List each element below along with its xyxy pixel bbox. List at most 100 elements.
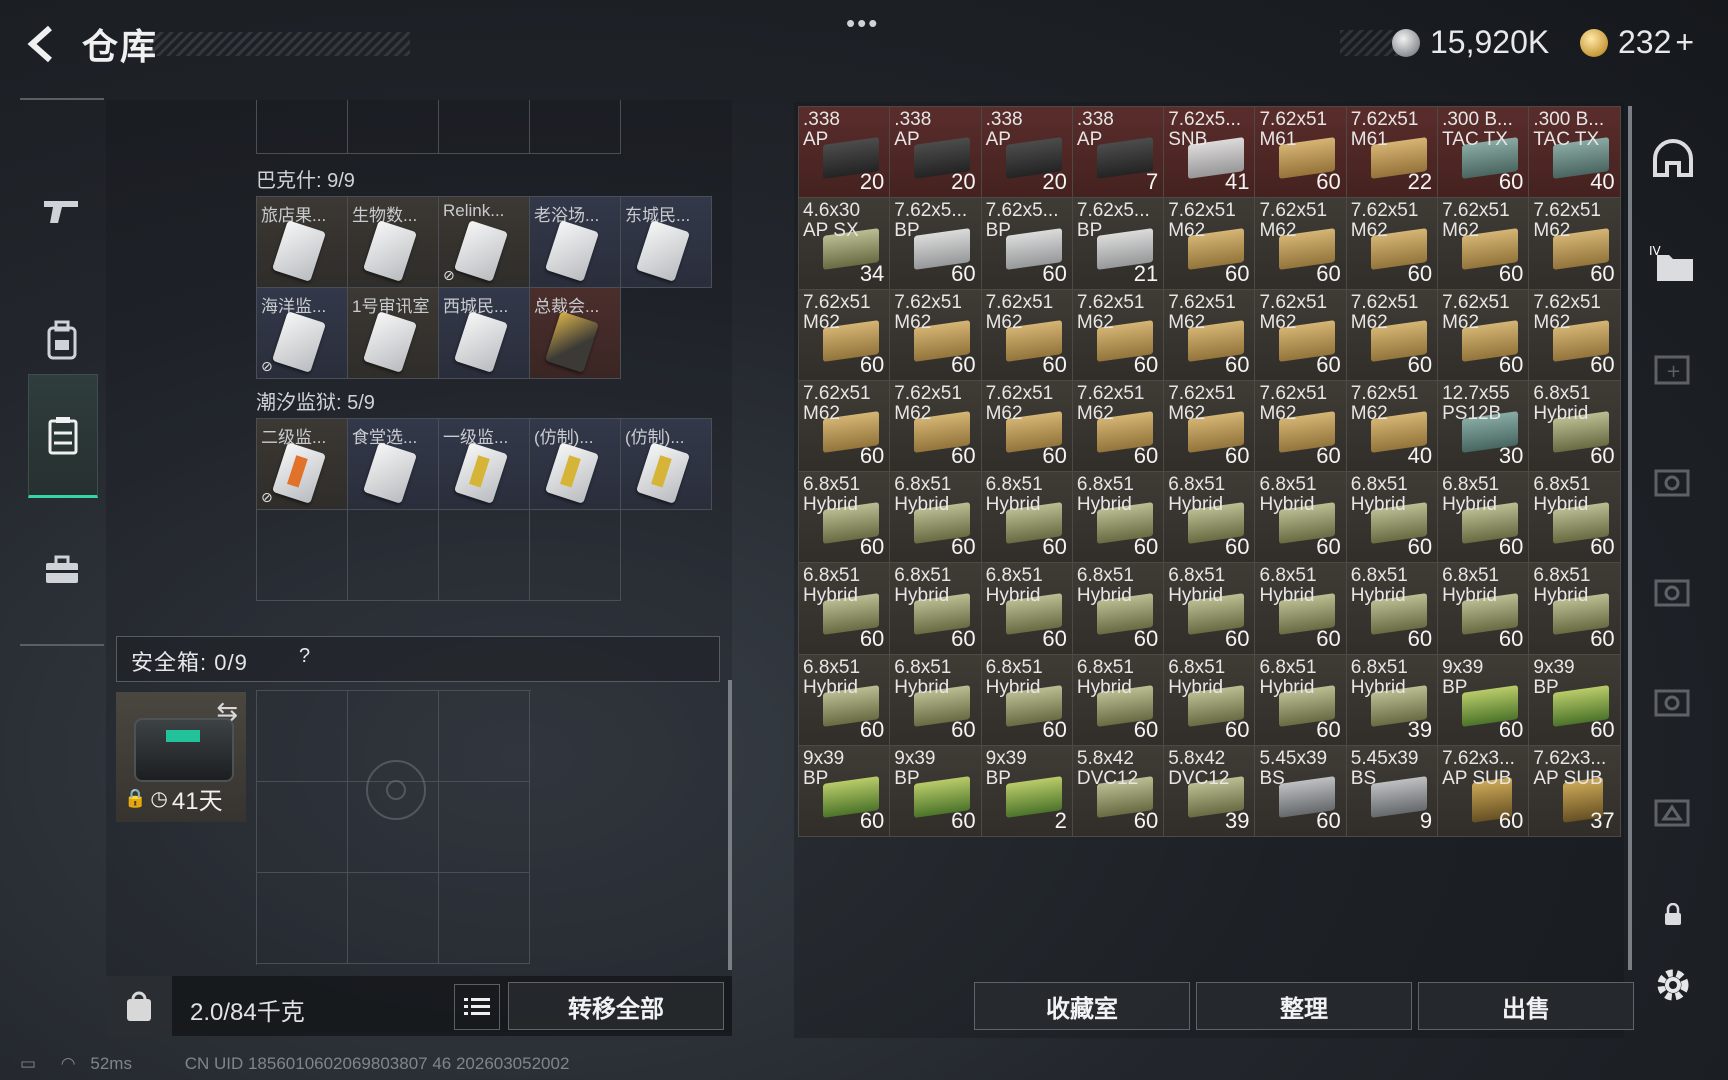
ammo-slot[interactable]: 7.62x51 M62 60	[1164, 380, 1256, 473]
ammo-slot[interactable]: 7.62x51 M62 60	[1072, 380, 1165, 473]
empty-slot[interactable]	[348, 100, 439, 154]
ammo-slot[interactable]: 7.62x51 M62 60	[799, 289, 891, 381]
gold-add-button[interactable]: +	[1675, 24, 1694, 61]
ammo-slot[interactable]: 6.8x51 Hybrid 60	[1164, 563, 1256, 655]
ammo-slot[interactable]: 7.62x5... BP 60	[981, 198, 1073, 290]
ammo-slot[interactable]: 7.62x51 M62 60	[981, 380, 1073, 473]
keycard-slot[interactable]: Relink... ⊘	[439, 197, 530, 288]
keycard-slot[interactable]: 东城民...	[621, 197, 712, 288]
ammo-slot[interactable]: 6.8x51 Hybrid 60	[1438, 563, 1530, 655]
safe-slot[interactable]	[439, 782, 530, 873]
safe-slot[interactable]	[439, 691, 530, 782]
ammo-slot[interactable]: 7.62x51 M62 60	[890, 380, 982, 473]
ammo-slot[interactable]: 6.8x51 Hybrid 60	[1072, 563, 1165, 655]
swap-icon[interactable]: ⇆	[216, 696, 238, 727]
ammo-slot[interactable]: .338 AP 20	[799, 107, 891, 199]
ammo-slot[interactable]: .338 AP 7	[1072, 107, 1165, 199]
ammo-slot[interactable]: 7.62x3... AP SUB 60	[1438, 746, 1530, 838]
ammo-slot[interactable]: 6.8x51 Hybrid 60	[1529, 563, 1621, 655]
sell-button[interactable]: 出售	[1418, 982, 1634, 1030]
nav-key-2[interactable]	[1648, 566, 1698, 616]
ammo-slot[interactable]: 6.8x51 Hybrid 60	[981, 472, 1073, 564]
safe-slot[interactable]	[257, 782, 348, 873]
weight-lock-button[interactable]	[106, 976, 172, 1036]
ammo-slot[interactable]: 7.62x5... SNB 41	[1164, 107, 1256, 199]
ammo-slot[interactable]: 5.8x42 DVC12 39	[1164, 746, 1256, 838]
safe-case-item[interactable]: ⇆ 🔒 ◷ 41天	[116, 692, 246, 822]
empty-slot[interactable]	[257, 510, 348, 601]
ammo-slot[interactable]: 6.8x51 Hybrid 60	[1164, 472, 1256, 564]
ammo-slot[interactable]: 7.62x51 M62 60	[1438, 198, 1530, 290]
ammo-slot[interactable]: 6.8x51 Hybrid 60	[1164, 654, 1256, 747]
ammo-slot[interactable]: 6.8x51 Hybrid 60	[1438, 472, 1530, 564]
ammo-slot[interactable]: 9x39 BP 60	[1529, 654, 1621, 747]
ammo-slot[interactable]: 5.45x39 BS 9	[1346, 746, 1439, 838]
ammo-slot[interactable]: 6.8x51 Hybrid 60	[799, 654, 891, 747]
more-menu-button[interactable]: •••	[846, 8, 879, 39]
ammo-slot[interactable]: 9x39 BP 60	[890, 746, 982, 838]
ammo-slot[interactable]: 7.62x51 M62 40	[1346, 380, 1439, 473]
empty-slot[interactable]	[530, 510, 621, 601]
settings-button[interactable]	[1648, 960, 1698, 1010]
empty-slot[interactable]	[439, 510, 530, 601]
keycard-slot[interactable]: 海洋监... ⊘	[257, 288, 348, 379]
left-scrollbar[interactable]	[728, 680, 732, 970]
ammo-slot[interactable]: 7.62x51 M62 60	[1164, 198, 1256, 290]
ammo-slot[interactable]: 6.8x51 Hybrid 60	[981, 563, 1073, 655]
ammo-slot[interactable]: 7.62x51 M62 60	[1529, 289, 1621, 381]
empty-slot[interactable]	[530, 100, 621, 154]
ammo-slot[interactable]: 7.62x51 M62 60	[1438, 289, 1530, 381]
ammo-slot[interactable]: 7.62x5... BP 60	[890, 198, 982, 290]
keycard-slot[interactable]: 西城民...	[439, 288, 530, 379]
ammo-slot[interactable]: 6.8x51 Hybrid 60	[1529, 380, 1621, 473]
help-button[interactable]: ?	[299, 645, 310, 668]
ammo-slot[interactable]: 9x39 BP 60	[799, 746, 891, 838]
ammo-slot[interactable]: 7.62x51 M62 60	[1255, 289, 1347, 381]
right-scrollbar[interactable]	[1628, 106, 1632, 970]
empty-slot[interactable]	[257, 100, 348, 154]
nav-key-3[interactable]	[1648, 676, 1698, 726]
empty-slot[interactable]	[348, 510, 439, 601]
safe-slot[interactable]	[257, 691, 348, 782]
transfer-all-button[interactable]: 转移全部	[508, 982, 724, 1030]
organize-button[interactable]: 整理	[1196, 982, 1412, 1030]
ammo-slot[interactable]: 7.62x51 M62 60	[1072, 289, 1165, 381]
ammo-slot[interactable]: 5.45x39 BS 60	[1255, 746, 1347, 838]
keycard-slot[interactable]: 老浴场...	[530, 197, 621, 288]
nav-folder[interactable]: IV	[1648, 240, 1698, 290]
ammo-slot[interactable]: 6.8x51 Hybrid 60	[1255, 654, 1347, 747]
ammo-slot[interactable]: 7.62x3... AP SUB 37	[1529, 746, 1621, 838]
keycard-slot[interactable]: 一级监...	[439, 419, 530, 510]
ammo-slot[interactable]: 6.8x51 Hybrid 60	[981, 654, 1073, 747]
ammo-slot[interactable]: 6.8x51 Hybrid 60	[1255, 563, 1347, 655]
nav-container[interactable]	[28, 374, 98, 498]
ammo-slot[interactable]: 7.62x51 M62 60	[1346, 198, 1439, 290]
nav-weapon[interactable]	[28, 150, 96, 270]
nav-briefcase[interactable]	[28, 510, 96, 630]
ammo-slot[interactable]: 6.8x51 Hybrid 60	[1529, 472, 1621, 564]
keycard-slot[interactable]: 生物数...	[348, 197, 439, 288]
ammo-slot[interactable]: 7.62x51 M62 60	[981, 289, 1073, 381]
ammo-slot[interactable]: 9x39 BP 60	[1438, 654, 1530, 747]
ammo-slot[interactable]: 7.62x51 M62 60	[1255, 198, 1347, 290]
ammo-slot[interactable]: 7.62x51 M62 60	[1255, 380, 1347, 473]
keycard-slot[interactable]: 1号审讯室	[348, 288, 439, 379]
ammo-slot[interactable]: 6.8x51 Hybrid 60	[1346, 472, 1439, 564]
ammo-slot[interactable]: 7.62x51 M62 60	[1346, 289, 1439, 381]
ammo-slot[interactable]: 4.6x30 AP SX 34	[799, 198, 891, 290]
ammo-slot[interactable]: 7.62x51 M62 60	[1529, 198, 1621, 290]
ammo-slot[interactable]: 7.62x51 M61 22	[1346, 107, 1439, 199]
ammo-slot[interactable]: .300 B... TAC TX 40	[1529, 107, 1621, 199]
ammo-slot[interactable]: 5.8x42 DVC12 60	[1072, 746, 1165, 838]
lock-toggle[interactable]	[1648, 890, 1698, 940]
nav-helmet[interactable]	[1648, 134, 1698, 184]
ammo-slot[interactable]: 9x39 BP 2	[981, 746, 1073, 838]
ammo-slot[interactable]: 6.8x51 Hybrid 60	[1072, 472, 1165, 564]
nav-key-4[interactable]	[1648, 786, 1698, 836]
ammo-slot[interactable]: .300 B... TAC TX 60	[1438, 107, 1530, 199]
keycard-slot[interactable]: 旅店果...	[257, 197, 348, 288]
collection-button[interactable]: 收藏室	[974, 982, 1190, 1030]
ammo-slot[interactable]: 6.8x51 Hybrid 60	[890, 472, 982, 564]
ammo-slot[interactable]: 6.8x51 Hybrid 60	[890, 654, 982, 747]
ammo-slot[interactable]: 7.62x51 M61 60	[1255, 107, 1347, 199]
